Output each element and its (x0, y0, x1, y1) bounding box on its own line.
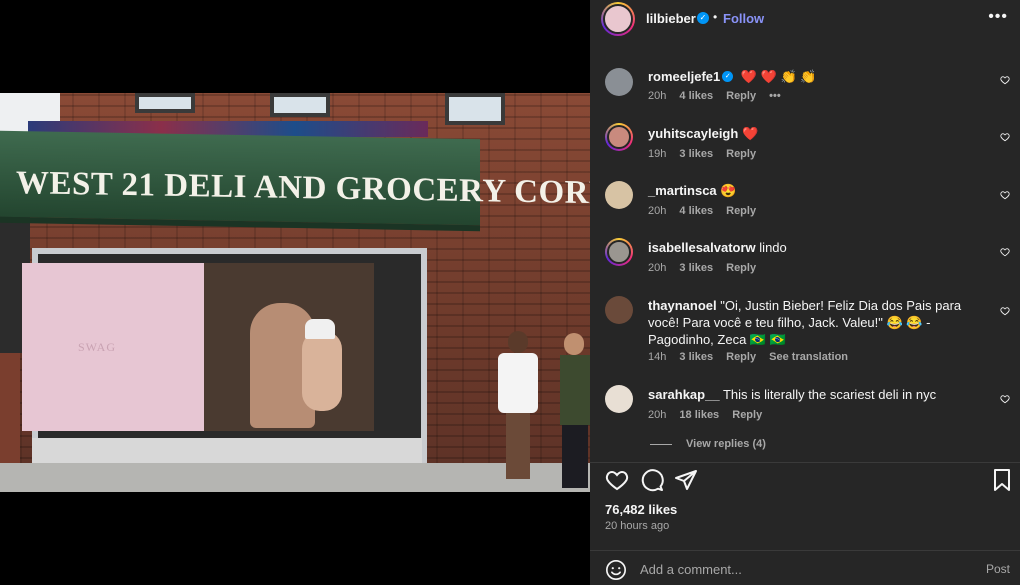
action-bar (590, 462, 1020, 494)
comment-more-icon[interactable]: ••• (769, 90, 781, 102)
comment-likes[interactable]: 4 likes (679, 90, 713, 102)
post-time: 20 hours ago (605, 520, 670, 532)
share-icon[interactable] (674, 468, 698, 492)
comment-time: 14h (648, 351, 667, 363)
upper-window (445, 93, 505, 125)
comment-time: 20h (648, 409, 667, 421)
comment-likes[interactable]: 3 likes (679, 148, 713, 160)
avatar[interactable] (605, 385, 633, 413)
comment-input[interactable] (640, 559, 940, 579)
pedestrian (560, 333, 590, 488)
reply-button[interactable]: Reply (732, 409, 762, 421)
comment-icon[interactable] (640, 468, 664, 492)
follow-button[interactable]: Follow (723, 11, 764, 26)
reply-button[interactable]: Reply (726, 351, 756, 363)
poster-baby (302, 331, 342, 411)
comment-likes[interactable]: 4 likes (679, 205, 713, 217)
comment-text: 😍 (720, 183, 737, 198)
avatar[interactable] (605, 296, 633, 324)
heart-icon[interactable] (1000, 190, 1010, 200)
comment-username[interactable]: yuhitscayleigh (648, 126, 738, 141)
comment-username[interactable]: thaynanoel (648, 298, 717, 313)
avatar[interactable] (605, 68, 633, 96)
avatar[interactable] (605, 238, 633, 266)
heart-icon[interactable] (605, 468, 629, 492)
store-awning: WEST 21 DELI AND GROCERY CORP (0, 130, 590, 232)
awning-text: WEST 21 DELI AND GROCERY CORP (16, 165, 590, 212)
comment-username[interactable]: romeeljefe1 (648, 69, 720, 84)
likes-count[interactable]: 76,482 likes (605, 502, 677, 517)
comment-username[interactable]: _martinsca (648, 183, 717, 198)
comment-time: 19h (648, 148, 667, 160)
avatar[interactable] (605, 123, 633, 151)
reply-button[interactable]: Reply (726, 148, 756, 160)
comment-likes[interactable]: 3 likes (679, 351, 713, 363)
comment-text: ❤️ (741, 126, 759, 141)
comment-likes[interactable]: 3 likes (679, 262, 713, 274)
heart-icon[interactable] (1000, 394, 1010, 404)
comment-likes[interactable]: 18 likes (679, 409, 719, 421)
reply-button[interactable]: Reply (726, 205, 756, 217)
upper-window (270, 93, 330, 117)
heart-icon[interactable] (1000, 75, 1010, 85)
post-header: lilbieber ✓ • Follow ••• (590, 0, 1020, 40)
reply-button[interactable]: Reply (726, 90, 756, 102)
comment-text: lindo (759, 240, 787, 255)
poster-hat (305, 319, 335, 339)
poster-text: SWAG (78, 340, 117, 354)
comment-time: 20h (648, 262, 667, 274)
comment-time: 20h (648, 90, 667, 102)
view-replies-button[interactable]: View replies (4) (650, 438, 766, 450)
pedestrian (498, 331, 538, 481)
separator: • (713, 10, 718, 24)
more-icon[interactable]: ••• (988, 8, 1008, 26)
heart-icon[interactable] (1000, 247, 1010, 257)
comment-username[interactable]: sarahkap__ (648, 387, 720, 402)
add-comment-bar: Post (590, 550, 1020, 585)
replies-divider (650, 443, 672, 445)
reply-button[interactable]: Reply (726, 262, 756, 274)
post-photo[interactable]: WEST 21 DELI AND GROCERY CORP SWAG (0, 93, 590, 492)
comment-text: This is literally the scariest deli in n… (722, 387, 937, 402)
comment-username[interactable]: isabellesalvatorw (648, 240, 756, 255)
avatar[interactable] (601, 2, 635, 36)
upper-window (135, 93, 195, 113)
verified-icon: ✓ (697, 12, 709, 24)
post-button[interactable]: Post (986, 562, 1010, 576)
avatar[interactable] (605, 181, 633, 209)
heart-icon[interactable] (1000, 306, 1010, 316)
view-replies-label: View replies (4) (686, 438, 766, 450)
verified-icon: ✓ (722, 71, 734, 83)
post-sidebar: lilbieber ✓ • Follow ••• romeeljefe1 ✓ ❤️… (590, 0, 1020, 585)
comment-time: 20h (648, 205, 667, 217)
post-username[interactable]: lilbieber (646, 11, 696, 26)
comment-text: ❤️ ❤️ 👏 👏 (740, 69, 817, 84)
post-media: WEST 21 DELI AND GROCERY CORP SWAG (0, 0, 590, 585)
heart-icon[interactable] (1000, 132, 1010, 142)
comment-body: thaynanoel "Oi, Justin Bieber! Feliz Dia… (648, 297, 988, 348)
emoji-icon[interactable] (605, 559, 627, 581)
see-translation-button[interactable]: See translation (769, 351, 848, 363)
bookmark-icon[interactable] (990, 468, 1014, 492)
